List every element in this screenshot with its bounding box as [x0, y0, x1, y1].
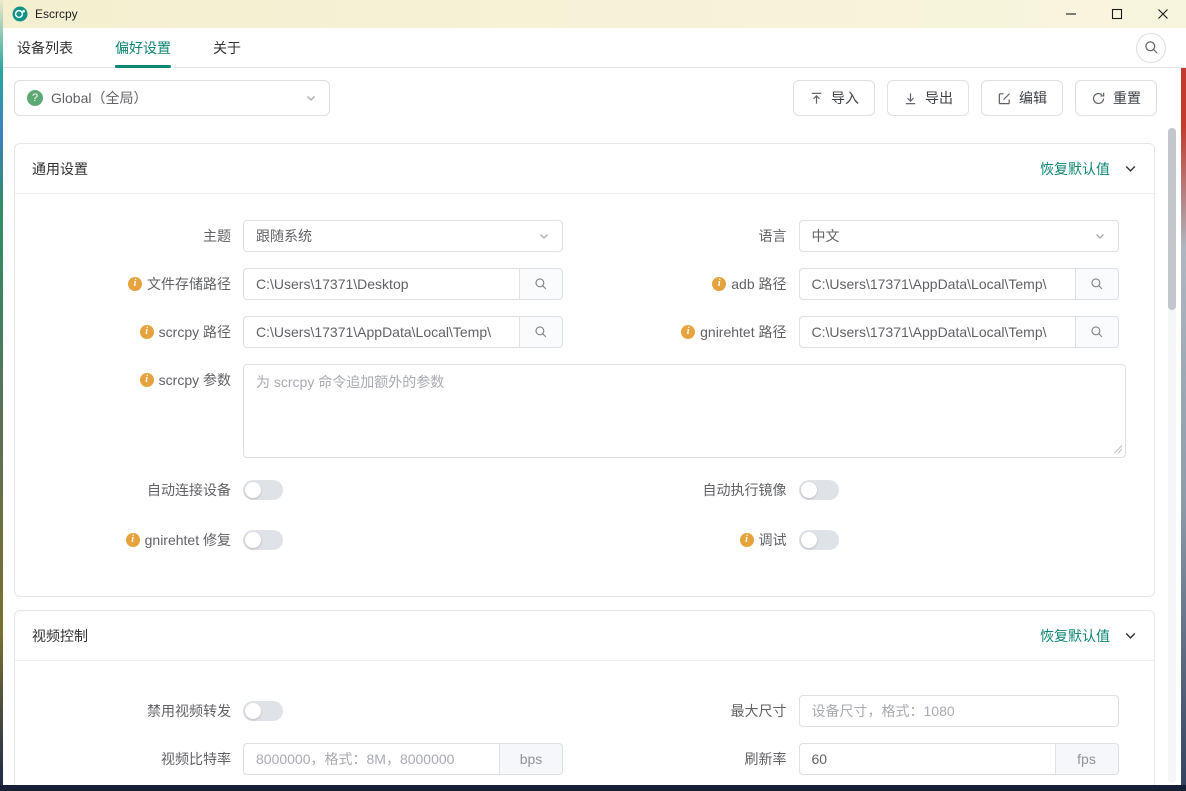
language-field: 语言 中文	[571, 220, 1127, 252]
section-general-header: 通用设置 恢复默认值	[15, 144, 1154, 194]
fps-unit-label: fps	[1055, 743, 1119, 775]
gnirehtet-path-browse-button[interactable]	[1075, 316, 1119, 348]
section-video-control: 视频控制 恢复默认值 禁用视频转发	[14, 610, 1155, 785]
window-controls	[1048, 0, 1186, 28]
reset-button[interactable]: 重置	[1075, 80, 1157, 116]
adb-path-input[interactable]	[799, 268, 1075, 300]
fps-input[interactable]	[799, 743, 1055, 775]
preferences-content: 通用设置 恢复默认值 主题 跟随系统	[3, 128, 1186, 785]
maximize-icon	[1111, 8, 1123, 20]
refresh-icon	[1091, 91, 1106, 106]
question-icon: ?	[27, 90, 43, 106]
desktop-edge-bottom	[0, 785, 1186, 791]
scrcpy-path-input[interactable]	[243, 316, 519, 348]
search-icon	[1090, 277, 1104, 291]
auto-connect-toggle[interactable]	[243, 480, 283, 500]
tab-device-list[interactable]: 设备列表	[17, 28, 73, 68]
section-title: 视频控制	[32, 626, 88, 646]
gnirehtet-path-input[interactable]	[799, 316, 1075, 348]
adb-path-browse-button[interactable]	[1075, 268, 1119, 300]
file-path-browse-button[interactable]	[519, 268, 563, 300]
info-icon: i	[712, 277, 726, 291]
close-button[interactable]	[1140, 0, 1186, 28]
disable-video-toggle[interactable]	[243, 701, 283, 721]
restore-defaults-general[interactable]: 恢复默认值	[1040, 159, 1137, 179]
toolbar-buttons: 导入 导出 编辑	[793, 80, 1157, 116]
info-icon: i	[140, 325, 154, 339]
resize-handle[interactable]	[1113, 444, 1122, 453]
adb-path-field: i adb 路径	[571, 268, 1127, 300]
bitrate-unit-label: bps	[499, 743, 563, 775]
chevron-down-icon[interactable]	[1124, 162, 1137, 175]
chevron-down-icon	[1094, 230, 1106, 242]
section-general-settings: 通用设置 恢复默认值 主题 跟随系统	[14, 143, 1155, 597]
escrcpy-window: Escrcpy 设备列表 偏好设置 关于 ? Global（	[3, 0, 1186, 785]
maximize-button[interactable]	[1094, 0, 1140, 28]
search-icon	[1090, 325, 1104, 339]
section-video-body: 禁用视频转发 最大尺寸 视频比特率	[15, 661, 1154, 785]
bitrate-input[interactable]	[243, 743, 499, 775]
debug-field: i 调试	[571, 524, 1127, 556]
chevron-down-icon	[305, 92, 317, 104]
titlebar: Escrcpy	[3, 0, 1186, 28]
tab-preferences[interactable]: 偏好设置	[115, 28, 171, 68]
search-icon	[1144, 40, 1159, 55]
scrcpy-args-textarea[interactable]	[243, 364, 1126, 458]
debug-toggle[interactable]	[799, 530, 839, 550]
scrcpy-path-field: i scrcpy 路径	[15, 316, 571, 348]
section-general-body: 主题 跟随系统 语言	[15, 194, 1154, 596]
scrcpy-args-field: i scrcpy 参数	[15, 364, 1126, 458]
tabbar: 设备列表 偏好设置 关于	[3, 28, 1186, 68]
minimize-button[interactable]	[1048, 0, 1094, 28]
info-icon: i	[140, 373, 154, 387]
scrollbar-thumb[interactable]	[1168, 128, 1176, 310]
search-button[interactable]	[1136, 33, 1166, 63]
theme-field: 主题 跟随系统	[15, 220, 571, 252]
window-title: Escrcpy	[35, 7, 78, 21]
file-path-field: i 文件存储路径	[15, 268, 571, 300]
search-icon	[534, 277, 548, 291]
gnirehtet-fix-toggle[interactable]	[243, 530, 283, 550]
gnirehtet-fix-field: i gnirehtet 修复	[15, 524, 571, 556]
section-video-header: 视频控制 恢复默认值	[15, 611, 1154, 661]
app-icon	[12, 6, 28, 22]
edit-icon	[997, 91, 1012, 106]
max-size-field: 最大尺寸	[571, 695, 1127, 727]
auto-connect-field: 自动连接设备	[15, 474, 571, 506]
file-path-input[interactable]	[243, 268, 519, 300]
toolbar: ? Global（全局） 导入 导出	[3, 68, 1186, 128]
scrcpy-path-browse-button[interactable]	[519, 316, 563, 348]
restore-defaults-video[interactable]: 恢复默认值	[1040, 626, 1137, 646]
download-icon	[903, 91, 918, 106]
max-size-input[interactable]	[799, 695, 1119, 727]
gnirehtet-path-field: i gnirehtet 路径	[571, 316, 1127, 348]
scope-select[interactable]: ? Global（全局）	[14, 80, 330, 116]
tab-about[interactable]: 关于	[213, 28, 241, 68]
import-button[interactable]: 导入	[793, 80, 875, 116]
disable-video-field: 禁用视频转发	[15, 695, 571, 727]
info-icon: i	[740, 533, 754, 547]
scope-select-value: Global（全局）	[51, 88, 147, 108]
info-icon: i	[128, 277, 142, 291]
desktop-edge-left	[0, 0, 3, 791]
chevron-down-icon[interactable]	[1124, 629, 1137, 642]
bitrate-field: 视频比特率 bps	[15, 743, 571, 775]
desktop-edge-right	[1181, 68, 1186, 791]
auto-mirror-toggle[interactable]	[799, 480, 839, 500]
export-button[interactable]: 导出	[887, 80, 969, 116]
language-select[interactable]: 中文	[799, 220, 1119, 252]
auto-mirror-field: 自动执行镜像	[571, 474, 1127, 506]
close-icon	[1157, 8, 1169, 20]
minimize-icon	[1065, 8, 1077, 20]
theme-select[interactable]: 跟随系统	[243, 220, 563, 252]
chevron-down-icon	[538, 230, 550, 242]
info-icon: i	[681, 325, 695, 339]
fps-field: 刷新率 fps	[571, 743, 1127, 775]
upload-icon	[809, 91, 824, 106]
edit-button[interactable]: 编辑	[981, 80, 1063, 116]
section-title: 通用设置	[32, 159, 88, 179]
info-icon: i	[126, 533, 140, 547]
search-icon	[534, 325, 548, 339]
